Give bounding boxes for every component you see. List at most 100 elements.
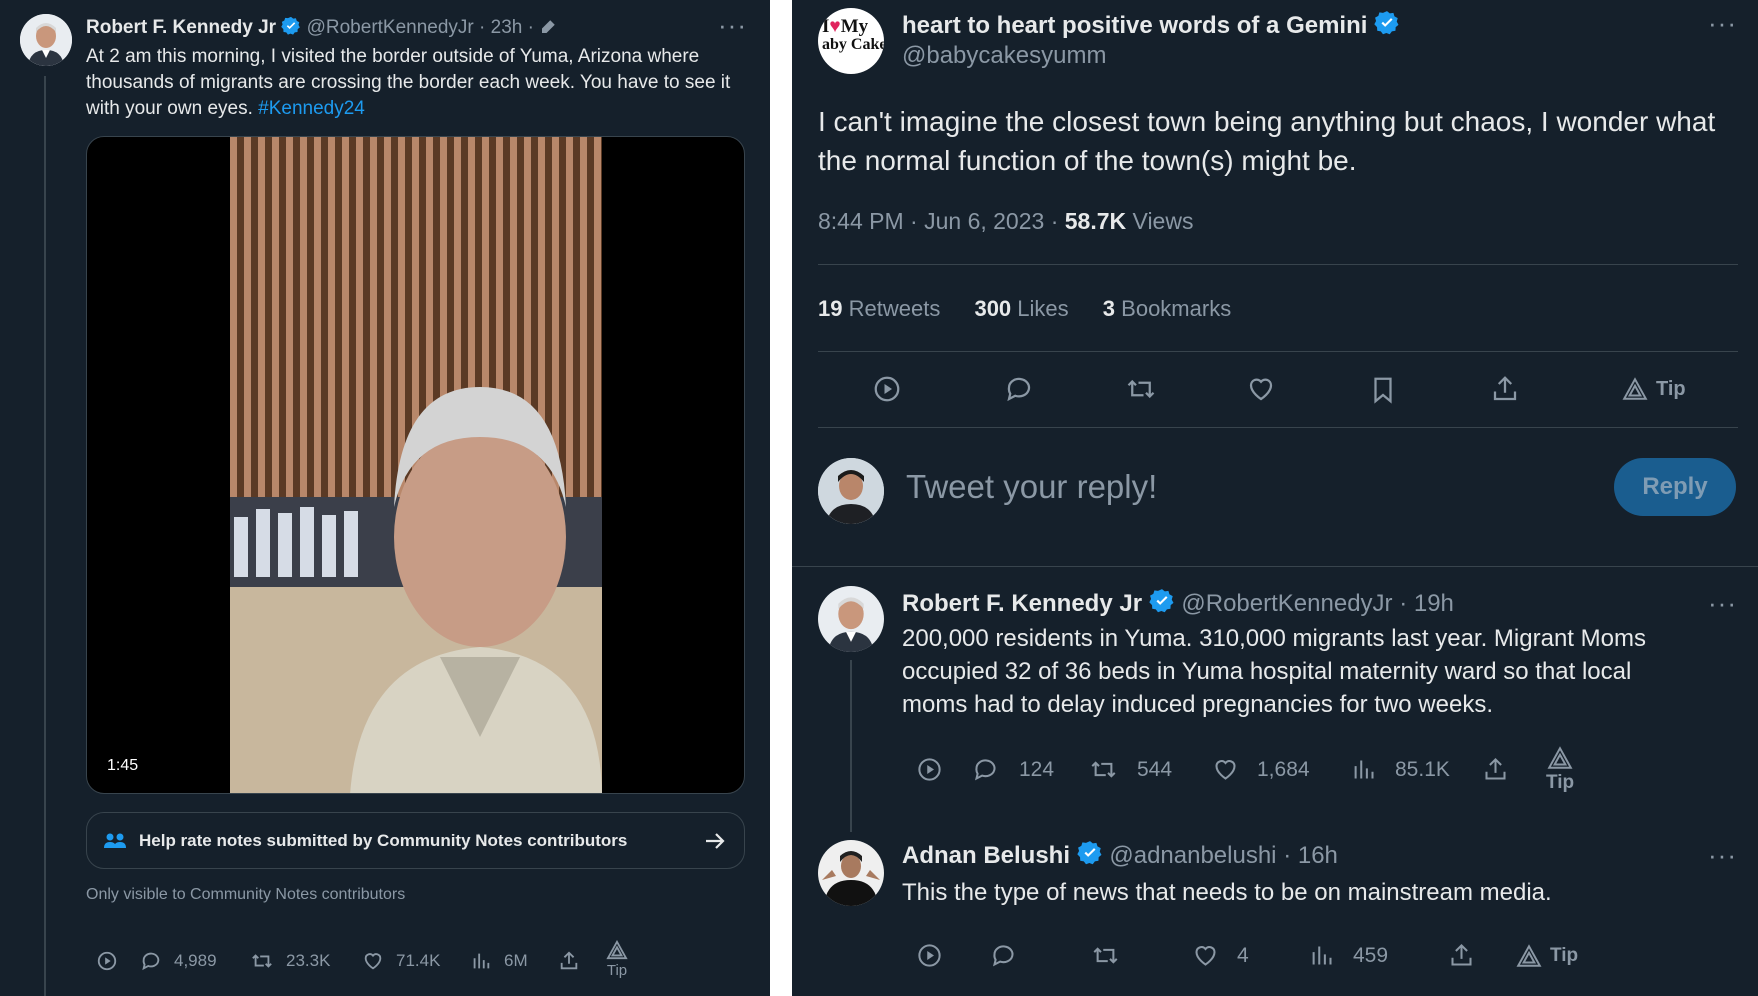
retweet-button[interactable]: 544 [1088,756,1172,783]
more-options-icon[interactable]: ··· [718,12,747,38]
reply-time[interactable]: · 16h [1283,842,1338,869]
heart-icon [1249,378,1273,401]
heart-icon [364,953,382,970]
community-notes-cta: Help rate notes submitted by Community N… [139,830,628,850]
views-button[interactable]: 459 [1308,942,1388,969]
reply-button[interactable] [1004,374,1034,404]
engagement-stats: 19 Retweets 300 Likes 3 Bookmarks [818,296,1231,322]
reply-button[interactable]: 124 [972,756,1054,783]
main-tweet-timestamp[interactable]: 8:44 PM · Jun 6, 2023 · [818,208,1058,234]
tweet-body: At 2 am this morning, I visited the bord… [86,46,731,119]
adnan-avatar[interactable] [818,840,884,906]
retweet-icon [252,954,272,968]
tip-label: Tip [1550,945,1579,966]
view-analytics-button[interactable] [916,756,943,783]
share-button[interactable] [1482,756,1509,783]
share-button[interactable] [1490,374,1520,404]
tweet-time[interactable]: · 23h · [479,17,534,38]
share-icon [1493,376,1517,401]
left-tweet-panel: Robert F. Kennedy Jr @RobertKennedyJr · … [0,0,770,996]
more-options-icon[interactable]: ··· [1708,10,1737,36]
more-options-icon[interactable]: ··· [1708,842,1737,868]
like-button[interactable]: 1,684 [1212,756,1310,783]
share-icon [1485,757,1506,780]
community-notes-card[interactable]: Help rate notes submitted by Community N… [86,812,745,869]
bar-chart-icon [473,953,490,969]
retweets-stat[interactable]: 19 Retweets [818,296,946,321]
play-circle-icon [874,376,900,402]
hashtag-link[interactable]: #Kennedy24 [258,98,365,119]
video-duration: 1:45 [107,757,139,774]
retweet-count: 544 [1137,757,1173,781]
arrow-right-icon [706,833,725,849]
retweet-button[interactable] [1090,942,1139,969]
main-author-handle[interactable]: @babycakesyumm [902,42,1106,70]
main-author-name[interactable]: heart to heart positive words of a Gemin… [902,12,1367,39]
views-button[interactable]: 85.1K [1350,756,1450,783]
person-photo-icon [818,840,884,906]
reply-count: 4,989 [174,951,217,970]
edited-pencil-icon[interactable] [539,18,557,36]
retweet-icon [1127,379,1155,399]
likes-stat[interactable]: 300 Likes [974,296,1074,321]
view-analytics-button[interactable] [96,950,118,972]
main-author-line: heart to heart positive words of a Gemin… [902,10,1400,40]
bar-chart-icon [1312,946,1332,965]
share-button[interactable] [558,950,580,972]
reply-author-name[interactable]: Adnan Belushi [902,842,1070,869]
divider [818,351,1738,352]
tip-button[interactable]: Tip [1622,377,1686,401]
like-button[interactable]: 71.4K [362,950,440,972]
retweet-icon [1091,761,1116,778]
retweet-button[interactable]: 23.3K [250,950,330,972]
reply-text: This the type of news that needs to be o… [902,879,1552,906]
author-handle[interactable]: @RobertKennedyJr [307,17,474,38]
reply-button[interactable] [990,942,1035,969]
bar-chart-icon [1354,760,1374,779]
bookmarks-stat[interactable]: 3 Bookmarks [1103,296,1231,321]
rfk-avatar[interactable] [20,14,72,66]
heart-icon [1195,946,1216,966]
view-analytics-button[interactable] [872,374,902,404]
play-circle-icon [918,758,941,781]
gemini-avatar[interactable]: I♥My aby Cake [818,8,884,74]
people-icon [104,833,126,848]
reply-author-handle[interactable]: @RobertKennedyJr [1181,590,1392,617]
tweet-header: Robert F. Kennedy Jr @RobertKennedyJr · … [86,16,557,39]
more-options-icon[interactable]: ··· [1708,590,1737,616]
tip-button[interactable]: Tip [1516,944,1578,968]
rfk-avatar[interactable] [818,586,884,652]
retweet-button[interactable] [1124,374,1158,404]
video-frame-thumbnail [230,137,602,793]
tip-button[interactable]: Tip [606,940,628,979]
like-button[interactable] [1246,374,1276,404]
reply-button[interactable]: 4,989 [140,950,217,972]
like-button[interactable]: 4 [1192,942,1249,969]
video-player[interactable]: 1:45 [86,136,745,794]
view-analytics-button[interactable] [916,942,943,969]
tip-button[interactable]: Tip [1546,746,1574,794]
reply-submit-button[interactable]: Reply [1614,458,1736,516]
verified-badge-icon [1077,841,1102,865]
views-button[interactable]: 6M [470,950,528,972]
play-circle-icon [918,944,941,967]
verified-badge-icon [1374,11,1399,35]
bookmark-button[interactable] [1368,374,1398,406]
bookmark-icon [1374,377,1392,404]
author-name[interactable]: Robert F. Kennedy Jr [86,17,276,38]
reply-header: Robert F. Kennedy Jr @RobertKennedyJr · … [902,588,1454,618]
tip-icon [1547,746,1573,769]
tip-label: Tip [606,962,628,979]
reply-author-name[interactable]: Robert F. Kennedy Jr [902,590,1142,617]
reply-author-handle[interactable]: @adnanbelushi [1109,842,1276,869]
share-button[interactable] [1448,942,1475,969]
reply-time[interactable]: · 19h [1399,590,1454,617]
verified-badge-icon [281,16,301,35]
conversation-panel: I♥My aby Cake heart to heart positive wo… [792,0,1758,996]
reply-input[interactable]: Tweet your reply! [906,468,1386,510]
current-user-avatar[interactable] [818,458,884,524]
heart-icon [1215,760,1236,780]
like-count: 4 [1237,943,1249,967]
reply-icon [1007,377,1031,402]
person-photo-icon [818,458,884,524]
